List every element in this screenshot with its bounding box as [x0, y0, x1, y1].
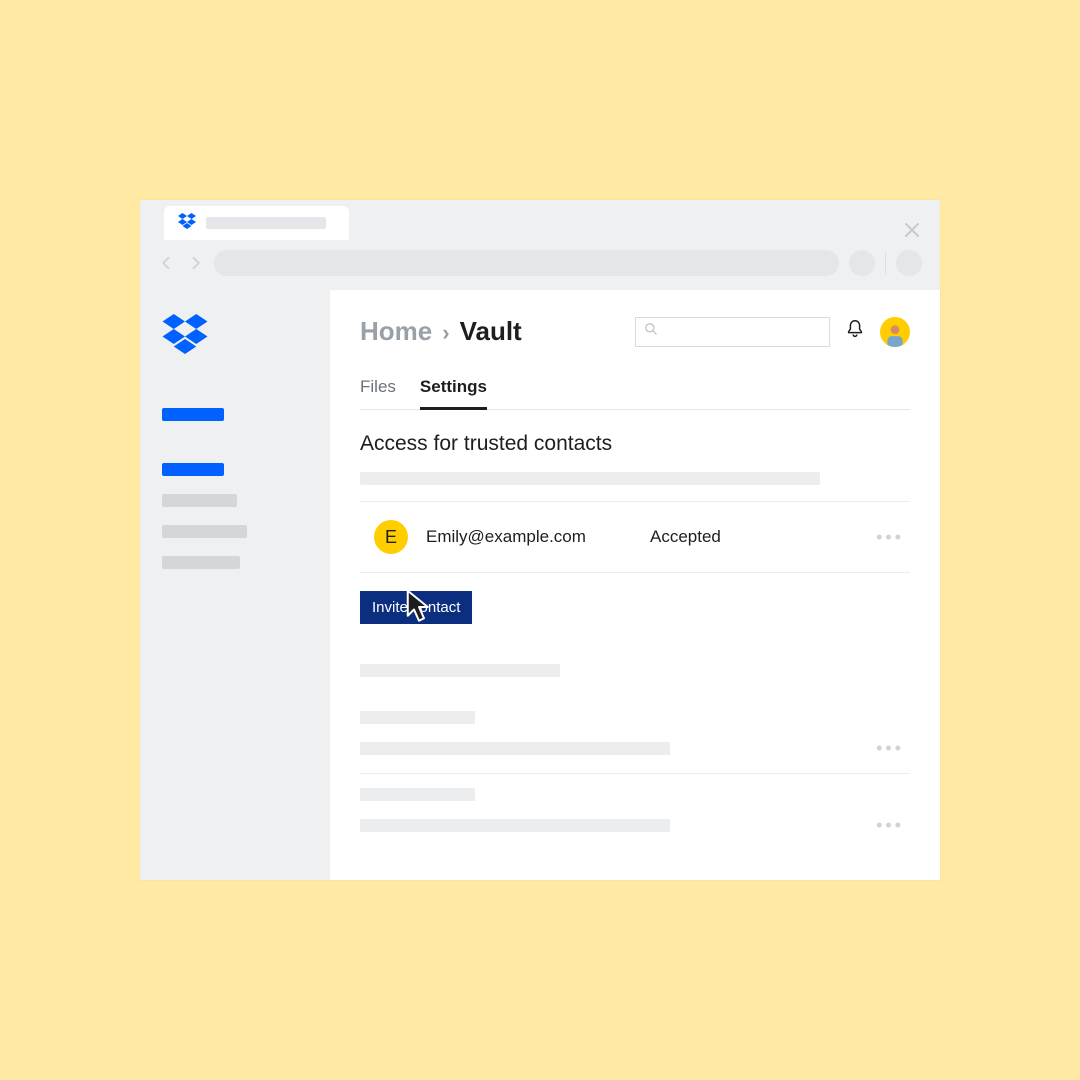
chevron-right-icon: ›: [442, 320, 449, 346]
breadcrumb: Home › Vault: [360, 316, 522, 347]
topbar: Home › Vault: [360, 316, 910, 347]
invite-contact-button[interactable]: Invite contact: [360, 591, 472, 624]
placeholder-line: [360, 711, 475, 724]
sidebar-item[interactable]: [162, 556, 240, 569]
browser-window: Home › Vault: [140, 200, 940, 880]
section-title: Access for trusted contacts: [360, 432, 910, 456]
browser-tab[interactable]: [164, 206, 349, 240]
nav-back-button[interactable]: [158, 254, 176, 272]
placeholder-line: [360, 788, 475, 801]
placeholder-line: [360, 664, 560, 677]
placeholder-line: [360, 742, 670, 755]
sidebar-item[interactable]: [162, 463, 224, 476]
search-icon: [644, 322, 658, 341]
sidebar-item[interactable]: [162, 408, 224, 421]
window-close-button[interactable]: [902, 214, 926, 240]
breadcrumb-home[interactable]: Home: [360, 316, 432, 347]
browser-toolbar: [140, 240, 940, 290]
section-description-placeholder: [360, 472, 820, 485]
contact-status: Accepted: [650, 527, 721, 547]
contact-row: E Emily@example.com Accepted •••: [360, 501, 910, 573]
content-tabs: Files Settings: [360, 377, 910, 410]
sidebar-item[interactable]: [162, 525, 247, 538]
main-content: Home › Vault: [330, 290, 940, 880]
search-input[interactable]: [635, 317, 830, 347]
tab-settings[interactable]: Settings: [420, 377, 487, 410]
row-more-button[interactable]: •••: [876, 815, 910, 836]
dropbox-icon: [178, 213, 196, 234]
tab-title-placeholder: [206, 217, 326, 229]
url-bar[interactable]: [214, 250, 839, 276]
contact-avatar: E: [374, 520, 408, 554]
sidebar-item[interactable]: [162, 494, 237, 507]
nav-forward-button[interactable]: [186, 254, 204, 272]
user-avatar[interactable]: [880, 317, 910, 347]
row-more-button[interactable]: •••: [876, 738, 910, 759]
tab-files[interactable]: Files: [360, 377, 396, 409]
placeholder-section: ••• •••: [360, 664, 910, 850]
toolbar-circle-2[interactable]: [896, 250, 922, 276]
browser-tabbar: [140, 200, 940, 240]
contact-email: Emily@example.com: [426, 527, 626, 547]
breadcrumb-current: Vault: [460, 316, 522, 347]
notifications-button[interactable]: [844, 318, 866, 345]
placeholder-line: [360, 819, 670, 832]
sidebar: [140, 290, 330, 880]
dropbox-logo[interactable]: [162, 314, 308, 354]
toolbar-circle-1[interactable]: [849, 250, 875, 276]
toolbar-separator: [885, 252, 886, 274]
app-body: Home › Vault: [140, 290, 940, 880]
row-more-button[interactable]: •••: [876, 527, 910, 548]
